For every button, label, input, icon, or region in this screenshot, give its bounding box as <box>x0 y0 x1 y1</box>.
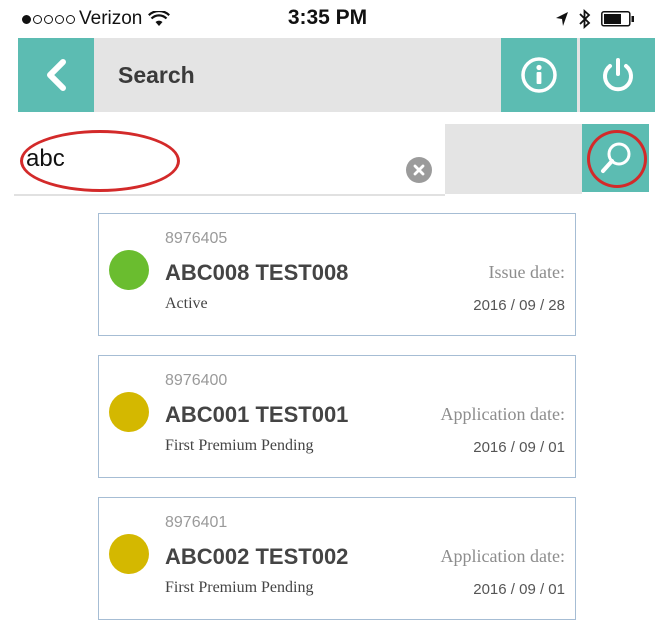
close-icon <box>413 164 425 176</box>
search-input[interactable] <box>26 142 386 176</box>
status-indicator-icon <box>109 250 149 290</box>
result-card[interactable]: 8976400 ABC001 TEST001 First Premium Pen… <box>98 355 576 478</box>
power-button[interactable] <box>580 38 655 112</box>
result-name: ABC001 TEST001 <box>165 402 349 427</box>
nav-bar: Search <box>18 38 655 112</box>
bluetooth-icon <box>579 9 591 29</box>
result-name: ABC002 TEST002 <box>165 544 349 569</box>
result-status: First Premium Pending <box>165 579 314 596</box>
chevron-left-icon <box>47 59 66 91</box>
status-indicator-icon <box>109 392 149 432</box>
power-icon <box>603 58 633 92</box>
clear-icon[interactable] <box>406 157 432 183</box>
date-label: Application date: <box>440 404 565 424</box>
result-status: First Premium Pending <box>165 437 314 454</box>
date-value: 2016 / 09 / 01 <box>473 581 565 598</box>
policy-number: 8976401 <box>165 514 228 531</box>
info-button[interactable] <box>501 38 577 112</box>
search-button[interactable] <box>582 124 649 192</box>
status-indicator-icon <box>109 534 149 574</box>
status-bar: Verizon 3:35 PM <box>0 0 655 38</box>
date-value: 2016 / 09 / 28 <box>473 297 565 314</box>
date-label: Application date: <box>440 546 565 566</box>
result-status: Active <box>165 295 208 312</box>
info-icon <box>521 57 557 93</box>
back-button[interactable] <box>18 38 94 112</box>
page-title: Search <box>118 62 195 88</box>
policy-number: 8976400 <box>165 372 228 389</box>
search-row <box>0 112 655 196</box>
search-icon <box>600 142 630 173</box>
policy-number: 8976405 <box>165 230 228 247</box>
search-field <box>14 124 445 196</box>
search-bar-filler <box>445 124 582 194</box>
date-label: Issue date: <box>488 262 565 282</box>
result-card[interactable]: 8976405 ABC008 TEST008 Active Issue date… <box>98 213 576 336</box>
battery-icon <box>601 11 634 27</box>
status-right <box>555 9 635 29</box>
result-card[interactable]: 8976401 ABC002 TEST002 First Premium Pen… <box>98 497 576 620</box>
date-value: 2016 / 09 / 01 <box>473 439 565 456</box>
location-arrow-icon <box>556 12 568 26</box>
result-name: ABC008 TEST008 <box>165 260 349 285</box>
